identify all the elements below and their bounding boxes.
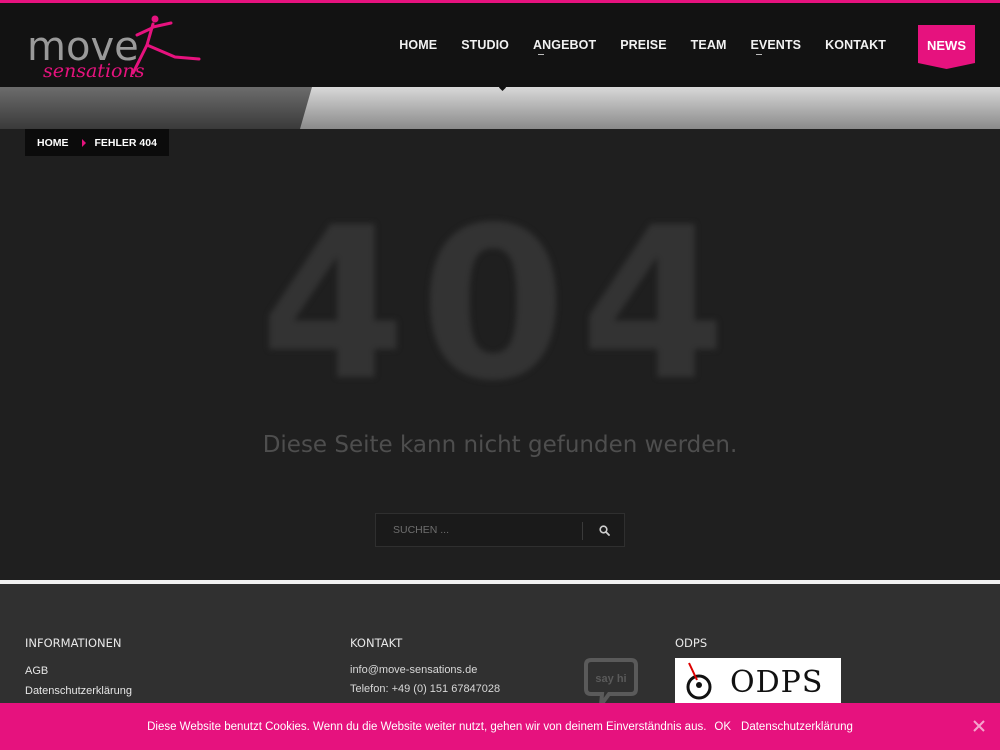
nav-label: PREISE <box>620 38 667 52</box>
nav-label: ANGEBOT <box>533 38 597 52</box>
nav-item-team[interactable]: TEAM <box>691 38 727 52</box>
search-input[interactable] <box>376 514 582 546</box>
footer-heading-odps: ODPS <box>675 636 708 650</box>
error-message: Diese Seite kann nicht gefunden werden. <box>262 432 738 458</box>
page: move sensations HOME STUDIO ANGEBOT PREI… <box>0 0 1000 750</box>
footer-heading-kontakt: KONTAKT <box>350 636 403 650</box>
search-button[interactable] <box>583 514 625 546</box>
nav-label: KONTAKT <box>825 38 886 52</box>
footer-heading-informationen: INFORMATIONEN <box>25 636 122 650</box>
close-icon[interactable] <box>972 719 986 733</box>
breadcrumb-arrow-icon <box>81 138 86 147</box>
breadcrumb-home[interactable]: HOME <box>37 137 69 149</box>
footer-link-datenschutz[interactable]: Datenschutzerklärung <box>25 681 132 701</box>
sayhi-text: say hi <box>595 673 626 685</box>
contact-email[interactable]: info@move-sensations.de <box>350 661 500 680</box>
nav-label: TEAM <box>690 38 727 52</box>
nav-item-kontakt[interactable]: KONTAKT <box>825 38 886 52</box>
cookie-text: Diese Website benutzt Cookies. Wenn du d… <box>147 720 707 733</box>
submenu-indicator <box>538 54 545 55</box>
footer-col-kontakt: KONTAKT info@move-sensations.de Telefon:… <box>350 636 500 699</box>
nav-item-angebot[interactable]: ANGEBOT <box>533 38 597 55</box>
cookie-privacy-link[interactable]: Datenschutzerklärung <box>741 721 853 733</box>
nav-item-events[interactable]: EVENTS <box>750 38 802 55</box>
search-icon <box>598 524 610 536</box>
contact-phone: Telefon: +49 (0) 151 67847028 <box>350 683 501 695</box>
cookie-ok-button[interactable]: OK <box>714 721 731 733</box>
main-navigation: HOME STUDIO ANGEBOT PREISE TEAM EVENTS K… <box>375 38 886 55</box>
submenu-indicator <box>755 54 762 55</box>
footer-link-agb[interactable]: AGB <box>25 661 132 681</box>
nav-item-home[interactable]: HOME <box>399 38 437 52</box>
error-code: 404 <box>259 182 741 427</box>
nav-item-preise[interactable]: PREISE <box>620 38 666 52</box>
logo-text-sensations: sensations <box>43 60 145 82</box>
site-logo[interactable]: move sensations <box>25 13 205 83</box>
odps-logo-text: ODPS <box>730 665 824 700</box>
news-label[interactable]: NEWS <box>918 38 975 53</box>
nav-item-studio[interactable]: STUDIO <box>461 38 509 52</box>
footer-col-informationen: INFORMATIONEN AGB Datenschutzerklärung <box>25 636 132 701</box>
nav-label: STUDIO <box>461 38 510 52</box>
breadcrumb-current: FEHLER 404 <box>94 136 157 149</box>
site-header: move sensations HOME STUDIO ANGEBOT PREI… <box>0 3 1000 87</box>
breadcrumb: HOME FEHLER 404 <box>25 129 169 156</box>
search-form <box>375 513 625 547</box>
nav-label: HOME <box>399 38 438 52</box>
page-title-band-highlight <box>300 87 1000 129</box>
nav-label: EVENTS <box>750 38 802 52</box>
cookie-notice: Diese Website benutzt Cookies. Wenn du d… <box>0 703 1000 750</box>
